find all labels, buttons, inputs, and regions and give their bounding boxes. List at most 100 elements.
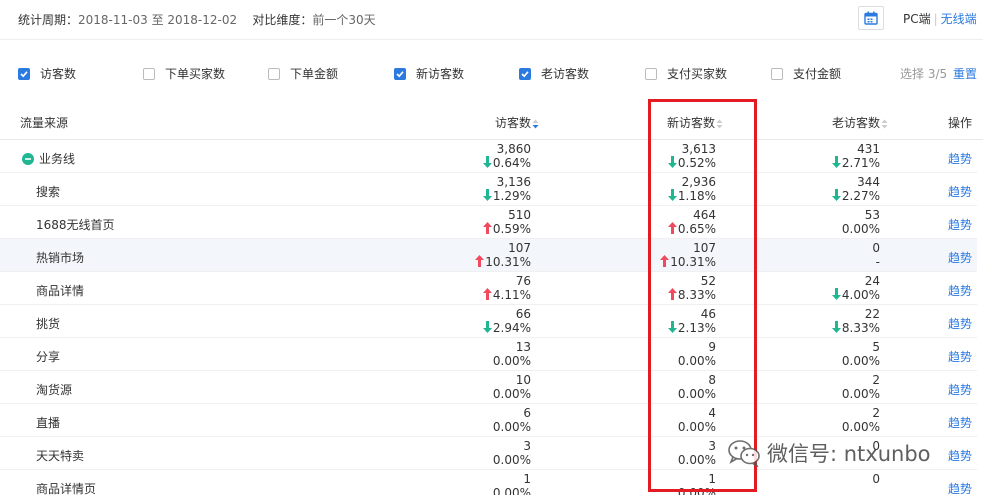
metric-change-value: 0.00%	[677, 453, 716, 467]
metric-change: 4.11%	[482, 288, 531, 302]
trend-link[interactable]: 趋势	[948, 447, 972, 464]
metric-value: 3	[708, 439, 716, 453]
column-header-label: 老访客数	[832, 116, 881, 130]
metric-checkbox-old-visitors[interactable]: 老访客数	[519, 65, 589, 82]
trend-link[interactable]: 趋势	[948, 348, 972, 365]
checkbox-unchecked-icon	[268, 67, 280, 80]
metric-label: 访客数	[40, 67, 77, 81]
metric-checkbox-order-buyers[interactable]: 下单买家数	[143, 65, 225, 82]
arrow-down-icon	[667, 321, 677, 333]
metric-value: 431	[857, 142, 880, 156]
metric-change-value: 0.00%	[677, 387, 716, 401]
metric-change-value: 2.71%	[841, 156, 880, 170]
metric-change-value: 0.00%	[492, 420, 531, 434]
device-pc-tab[interactable]: PC端	[903, 12, 931, 26]
metric-cell: 66 2.94%	[482, 307, 531, 335]
watermark-text: 微信号: ntxunbo	[767, 442, 931, 466]
table-row: 搜索 3,136 1.29% 2,936 1.18% 344 2.27% 趋势	[0, 173, 977, 206]
metric-checkbox-pay-buyers[interactable]: 支付买家数	[645, 65, 727, 82]
trend-link[interactable]: 趋势	[948, 381, 972, 398]
metric-cell: 8 0.00%	[678, 373, 716, 401]
table-row: 业务线 3,860 0.64% 3,613 0.52% 431 2.71% 趋势	[0, 140, 977, 173]
calendar-button[interactable]	[858, 6, 884, 30]
metric-change-value: 0.65%	[677, 222, 716, 236]
trend-link[interactable]: 趋势	[948, 414, 972, 431]
table-row: 淘货源 10 0.00% 8 0.00% 2 0.00% 趋势	[0, 371, 977, 404]
metric-label: 支付金额	[793, 67, 842, 81]
metric-value: 24	[864, 274, 880, 288]
metric-value: 9	[708, 340, 716, 354]
metric-value: 1	[708, 472, 716, 486]
metric-change: 0.00%	[842, 354, 880, 368]
metric-value: 107	[508, 241, 531, 255]
metric-value: 2	[872, 406, 880, 420]
arrow-up-icon	[482, 288, 492, 300]
column-header-old-visitors[interactable]: 老访客数	[832, 114, 888, 131]
metric-cell: 344 2.27%	[831, 175, 880, 203]
collapse-icon[interactable]	[22, 152, 34, 165]
column-header-visitors[interactable]: 访客数	[495, 114, 539, 131]
compare-label: 对比维度：	[252, 13, 313, 27]
metric-change: 0.00%	[678, 486, 716, 495]
trend-link[interactable]: 趋势	[948, 315, 972, 332]
source-cell: 直播	[36, 416, 61, 430]
metric-change: 2.94%	[482, 321, 531, 335]
metric-label: 支付买家数	[667, 67, 728, 81]
metric-change-value: 8.33%	[677, 288, 716, 302]
column-header-source: 流量来源	[20, 116, 69, 130]
metric-cell: 431 2.71%	[831, 142, 880, 170]
table-row: 挑货 66 2.94% 46 2.13% 22 8.33% 趋势	[0, 305, 977, 338]
trend-link[interactable]: 趋势	[948, 150, 972, 167]
source-cell: 分享	[36, 350, 61, 364]
metric-checkbox-order-amount[interactable]: 下单金额	[268, 65, 338, 82]
source-label: 业务线	[39, 152, 76, 166]
metric-change-value: 0.00%	[677, 420, 716, 434]
metric-value: 3,860	[496, 142, 531, 156]
trend-link[interactable]: 趋势	[948, 480, 972, 495]
metric-change: 1.29%	[482, 189, 531, 203]
metric-value: 2	[872, 373, 880, 387]
metric-value: 8	[708, 373, 716, 387]
trend-link[interactable]: 趋势	[948, 282, 972, 299]
metric-cell: 13 0.00%	[493, 340, 531, 368]
metric-change-value: 0.59%	[492, 222, 531, 236]
metric-value: 3	[523, 439, 531, 453]
metric-cell: 76 4.11%	[482, 274, 531, 302]
metric-checkbox-visitors[interactable]: 访客数	[18, 65, 76, 82]
metric-cell: 3,136 1.29%	[482, 175, 531, 203]
metric-cell: 2 0.00%	[842, 406, 880, 434]
wechat-icon	[728, 440, 760, 467]
metric-change: 10.31%	[660, 255, 716, 269]
metric-change-value: 0.00%	[841, 387, 880, 401]
metric-value: 3,136	[496, 175, 531, 189]
source-cell: 挑货	[36, 317, 61, 331]
metric-change: 0.00%	[493, 420, 531, 434]
metric-change: 0.00%	[678, 453, 716, 467]
device-separator: |	[933, 12, 938, 26]
metric-value: 464	[693, 208, 716, 222]
arrow-up-icon	[475, 255, 485, 267]
metric-change-value: 0.00%	[492, 486, 531, 495]
metric-change: -	[872, 255, 880, 269]
column-header-new-visitors[interactable]: 新访客数	[667, 114, 723, 131]
trend-link[interactable]: 趋势	[948, 216, 972, 233]
metric-cell: 3,613 0.52%	[667, 142, 716, 170]
metric-change: 0.00%	[678, 354, 716, 368]
trend-link[interactable]: 趋势	[948, 249, 972, 266]
metric-checkbox-new-visitors[interactable]: 新访客数	[394, 65, 464, 82]
reset-link[interactable]: 重置	[953, 67, 977, 81]
checkbox-checked-icon	[18, 67, 30, 80]
metric-change-value: 0.00%	[492, 387, 531, 401]
metric-change: 0.52%	[667, 156, 716, 170]
device-mobile-tab[interactable]: 无线端	[941, 12, 977, 26]
metric-change: 0.00%	[493, 354, 531, 368]
metric-change: 0.00%	[493, 387, 531, 401]
metric-change: 2.71%	[831, 156, 880, 170]
top-bar: 统计周期：2018-11-03 至 2018-12-02 对比维度：前一个30天…	[0, 0, 983, 40]
metric-change: 1.18%	[667, 189, 716, 203]
source-cell: 淘货源	[36, 383, 73, 397]
trend-link[interactable]: 趋势	[948, 183, 972, 200]
metric-value: 22	[864, 307, 880, 321]
arrow-down-icon	[667, 189, 677, 201]
metric-checkbox-pay-amount[interactable]: 支付金额	[771, 65, 841, 82]
